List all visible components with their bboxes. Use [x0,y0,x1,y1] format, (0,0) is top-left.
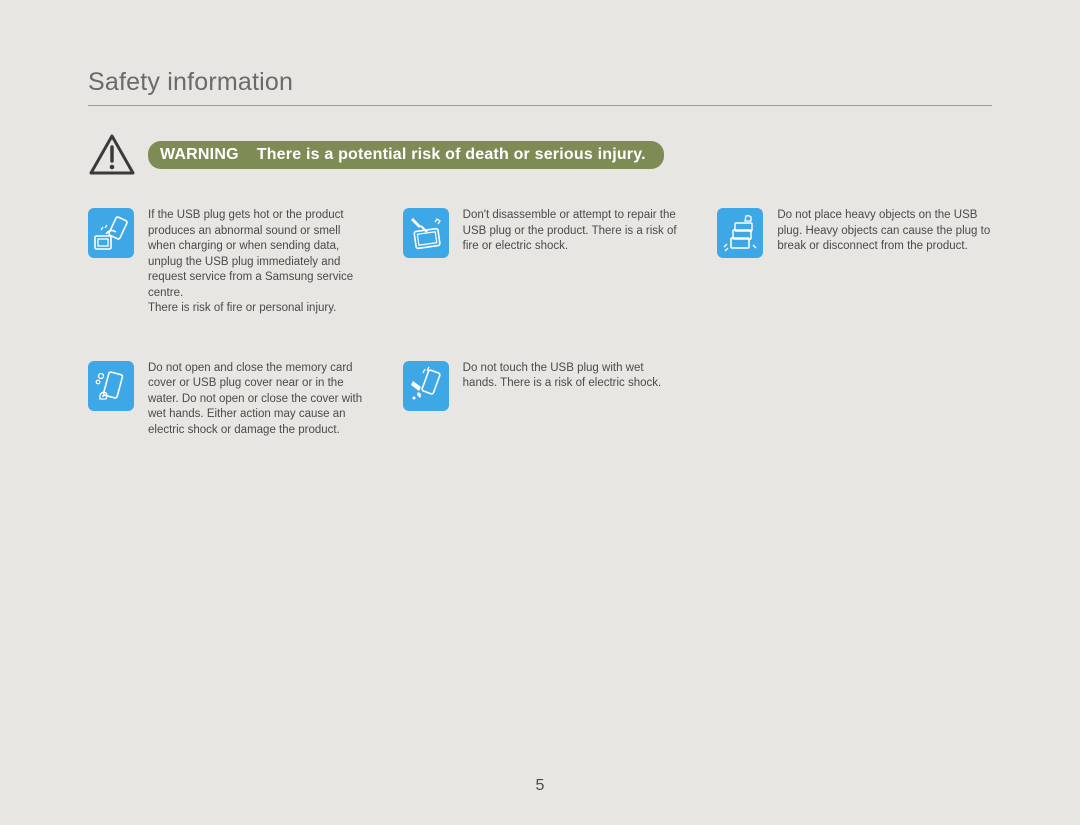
warning-banner: WARNING There is a potential risk of dea… [88,134,992,176]
usb-hot-icon [88,208,134,258]
safety-item-text: Do not place heavy objects on the USB pl… [777,208,992,255]
warning-label: WARNING [160,146,239,164]
safety-item-text: Do not open and close the memory card co… [148,361,363,439]
safety-item: Do not open and close the memory card co… [88,361,363,439]
safety-item: If the USB plug gets hot or the product … [88,208,363,317]
safety-item-text: Do not touch the USB plug with wet hands… [463,361,678,392]
wet-hands-icon [403,361,449,411]
safety-item-text: Don't disassemble or attempt to repair t… [463,208,678,255]
safety-item: Don't disassemble or attempt to repair t… [403,208,678,317]
safety-item-text: If the USB plug gets hot or the product … [148,208,363,317]
warning-triangle-icon [88,134,136,176]
disassemble-icon [403,208,449,258]
page-content: Safety information WARNING There is a po… [0,0,1080,438]
warning-bar: WARNING There is a potential risk of dea… [148,141,664,169]
heavy-object-icon [717,208,763,258]
page-number: 5 [0,777,1080,795]
safety-item: Do not place heavy objects on the USB pl… [717,208,992,317]
safety-items-grid: If the USB plug gets hot or the product … [88,208,992,438]
page-title: Safety information [88,68,992,106]
water-cover-icon [88,361,134,411]
safety-item: Do not touch the USB plug with wet hands… [403,361,678,439]
warning-text: There is a potential risk of death or se… [257,146,646,164]
